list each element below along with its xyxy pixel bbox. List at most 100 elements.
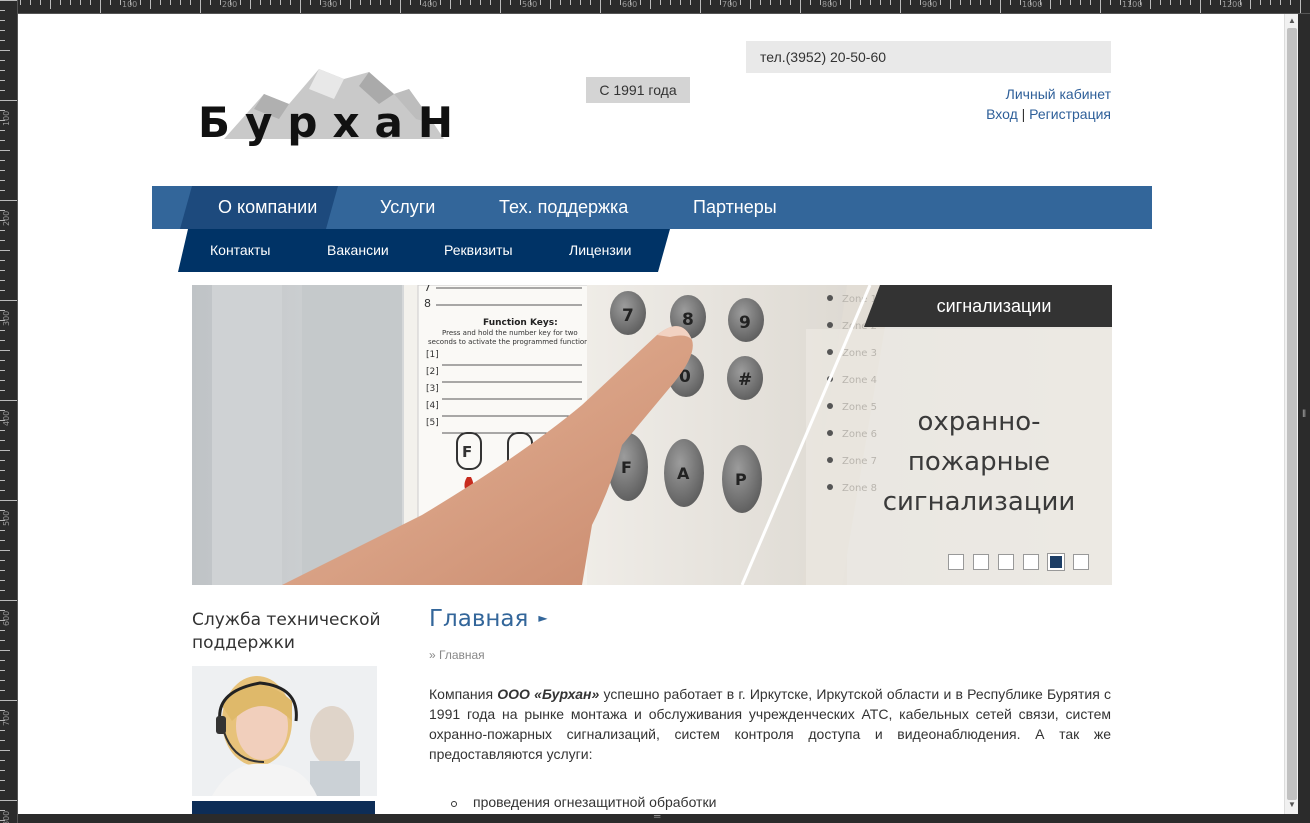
ruler-tick	[970, 0, 971, 5]
key-p: P	[735, 470, 747, 489]
ruler-tick	[0, 670, 5, 671]
ruler-tick	[0, 160, 5, 161]
ruler-tick	[0, 190, 5, 191]
ruler-tick	[340, 0, 341, 5]
arrow-right-icon: ►	[538, 611, 548, 625]
subnav-item-licenses[interactable]: Лицензии	[569, 229, 631, 272]
ruler-tick	[750, 0, 751, 9]
ruler-label: 700	[2, 710, 11, 726]
ruler-label: 600	[2, 610, 11, 626]
ruler-tick	[0, 390, 5, 391]
main-nav: О компании Услуги Тех. поддержка Партнер…	[152, 186, 1152, 229]
ruler-tick	[440, 0, 441, 5]
ruler-tick	[0, 700, 17, 701]
ruler-tick	[0, 130, 5, 131]
ruler-tick	[210, 0, 211, 5]
ruler-tick	[0, 430, 5, 431]
list-item: проведения огнезащитной обработки	[451, 794, 716, 810]
account-links: Личный кабинет Вход | Регистрация	[898, 84, 1111, 124]
ruler-tick	[1110, 0, 1111, 5]
ruler-tick	[200, 0, 201, 13]
ruler-tick	[950, 0, 951, 9]
ruler-tick	[0, 180, 5, 181]
ruler-tick	[1170, 0, 1171, 5]
ruler-tick	[960, 0, 961, 5]
ruler-tick	[0, 40, 5, 41]
ruler-tick	[0, 140, 5, 141]
ruler-tick	[0, 760, 5, 761]
sheet-title: Function Keys:	[483, 318, 558, 328]
slider-dot-5-active[interactable]	[1047, 553, 1065, 571]
ruler-label: 400	[422, 0, 438, 9]
zone-label-3: Zone 3	[842, 348, 877, 359]
ruler-tick	[0, 330, 5, 331]
logo-wordmark: БурхаН	[198, 98, 469, 147]
ruler-label: 100	[122, 0, 138, 9]
slider-dot-6[interactable]	[1073, 554, 1089, 570]
nav-item-about[interactable]: О компании	[218, 186, 317, 229]
ruler-tick	[920, 0, 921, 5]
ruler-top: 100 200 300 400 500 600 700 800 900 1000 1100 1200	[0, 0, 1310, 14]
sidebar-banner-bar[interactable]	[192, 801, 375, 814]
ruler-tick	[1060, 0, 1061, 5]
zone-label-4: Zone 4	[842, 375, 877, 386]
ruler-tick	[410, 0, 411, 5]
subnav-item-requisites[interactable]: Реквизиты	[444, 229, 513, 272]
key-7: 7	[622, 306, 634, 326]
ruler-tick	[0, 150, 10, 151]
ruler-tick	[0, 280, 5, 281]
hero-slider[interactable]: 7 8 Function Keys: Press and hold the nu…	[192, 285, 1112, 585]
function-slot-1: [1]	[426, 350, 439, 360]
sheet-number-7: 7	[424, 285, 431, 294]
ruler-tick	[1280, 0, 1281, 5]
ruler-tick	[240, 0, 241, 5]
nav-item-partners[interactable]: Партнеры	[693, 186, 777, 229]
ruler-tick	[0, 70, 5, 71]
slider-dot-4[interactable]	[1023, 554, 1039, 570]
slider-dot-2[interactable]	[973, 554, 989, 570]
ruler-tick	[290, 0, 291, 5]
ruler-tick	[170, 0, 171, 5]
nav-item-support[interactable]: Тех. поддержка	[499, 186, 628, 229]
ruler-tick	[0, 100, 17, 101]
scroll-down-icon[interactable]: ▼	[1288, 800, 1296, 809]
register-link[interactable]: Регистрация	[1029, 106, 1111, 122]
ruler-tick	[870, 0, 871, 5]
sub-nav: Контакты Вакансии Реквизиты Лицензии	[178, 229, 670, 272]
intro-prefix: Компания	[429, 686, 498, 702]
slide-caption-line: сигнализации	[882, 487, 1076, 517]
ruler-tick	[650, 0, 651, 9]
ruler-tick	[0, 730, 5, 731]
account-link[interactable]: Личный кабинет	[1006, 86, 1111, 102]
resize-grip-icon[interactable]: ═	[654, 811, 660, 821]
company-name: ООО «Бурхан»	[497, 686, 600, 702]
subnav-item-vacancies[interactable]: Вакансии	[327, 229, 389, 272]
ruler-tick	[580, 0, 581, 5]
ruler-tick	[380, 0, 381, 5]
site-logo[interactable]: С 1991 года БурхаН	[194, 64, 690, 149]
ruler-tick	[0, 230, 5, 231]
ruler-label: 800	[2, 810, 11, 823]
ruler-tick	[0, 600, 17, 601]
ruler-tick	[610, 0, 611, 5]
support-operator-image[interactable]	[192, 666, 377, 796]
subnav-item-contacts[interactable]: Контакты	[210, 229, 270, 272]
circle-bullet-icon	[451, 801, 457, 807]
ruler-tick	[470, 0, 471, 5]
ruler-tick	[910, 0, 911, 5]
slider-dot-3[interactable]	[998, 554, 1014, 570]
vertical-scrollbar[interactable]: ▲ ▼	[1284, 14, 1298, 814]
nav-item-services[interactable]: Услуги	[380, 186, 435, 229]
ruler-tick	[0, 450, 10, 451]
scrollbar-thumb[interactable]	[1287, 28, 1297, 800]
ruler-tick	[770, 0, 771, 5]
ruler-tick	[520, 0, 521, 5]
ruler-tick	[800, 0, 801, 13]
support-service-title[interactable]: Служба технической поддержки	[192, 609, 392, 655]
ruler-tick	[570, 0, 571, 5]
scroll-up-icon[interactable]: ▲	[1288, 16, 1296, 25]
resize-grip-icon[interactable]: ‖	[1302, 409, 1306, 420]
ruler-tick	[0, 530, 5, 531]
slider-dot-1[interactable]	[948, 554, 964, 570]
login-link[interactable]: Вход	[986, 106, 1018, 122]
